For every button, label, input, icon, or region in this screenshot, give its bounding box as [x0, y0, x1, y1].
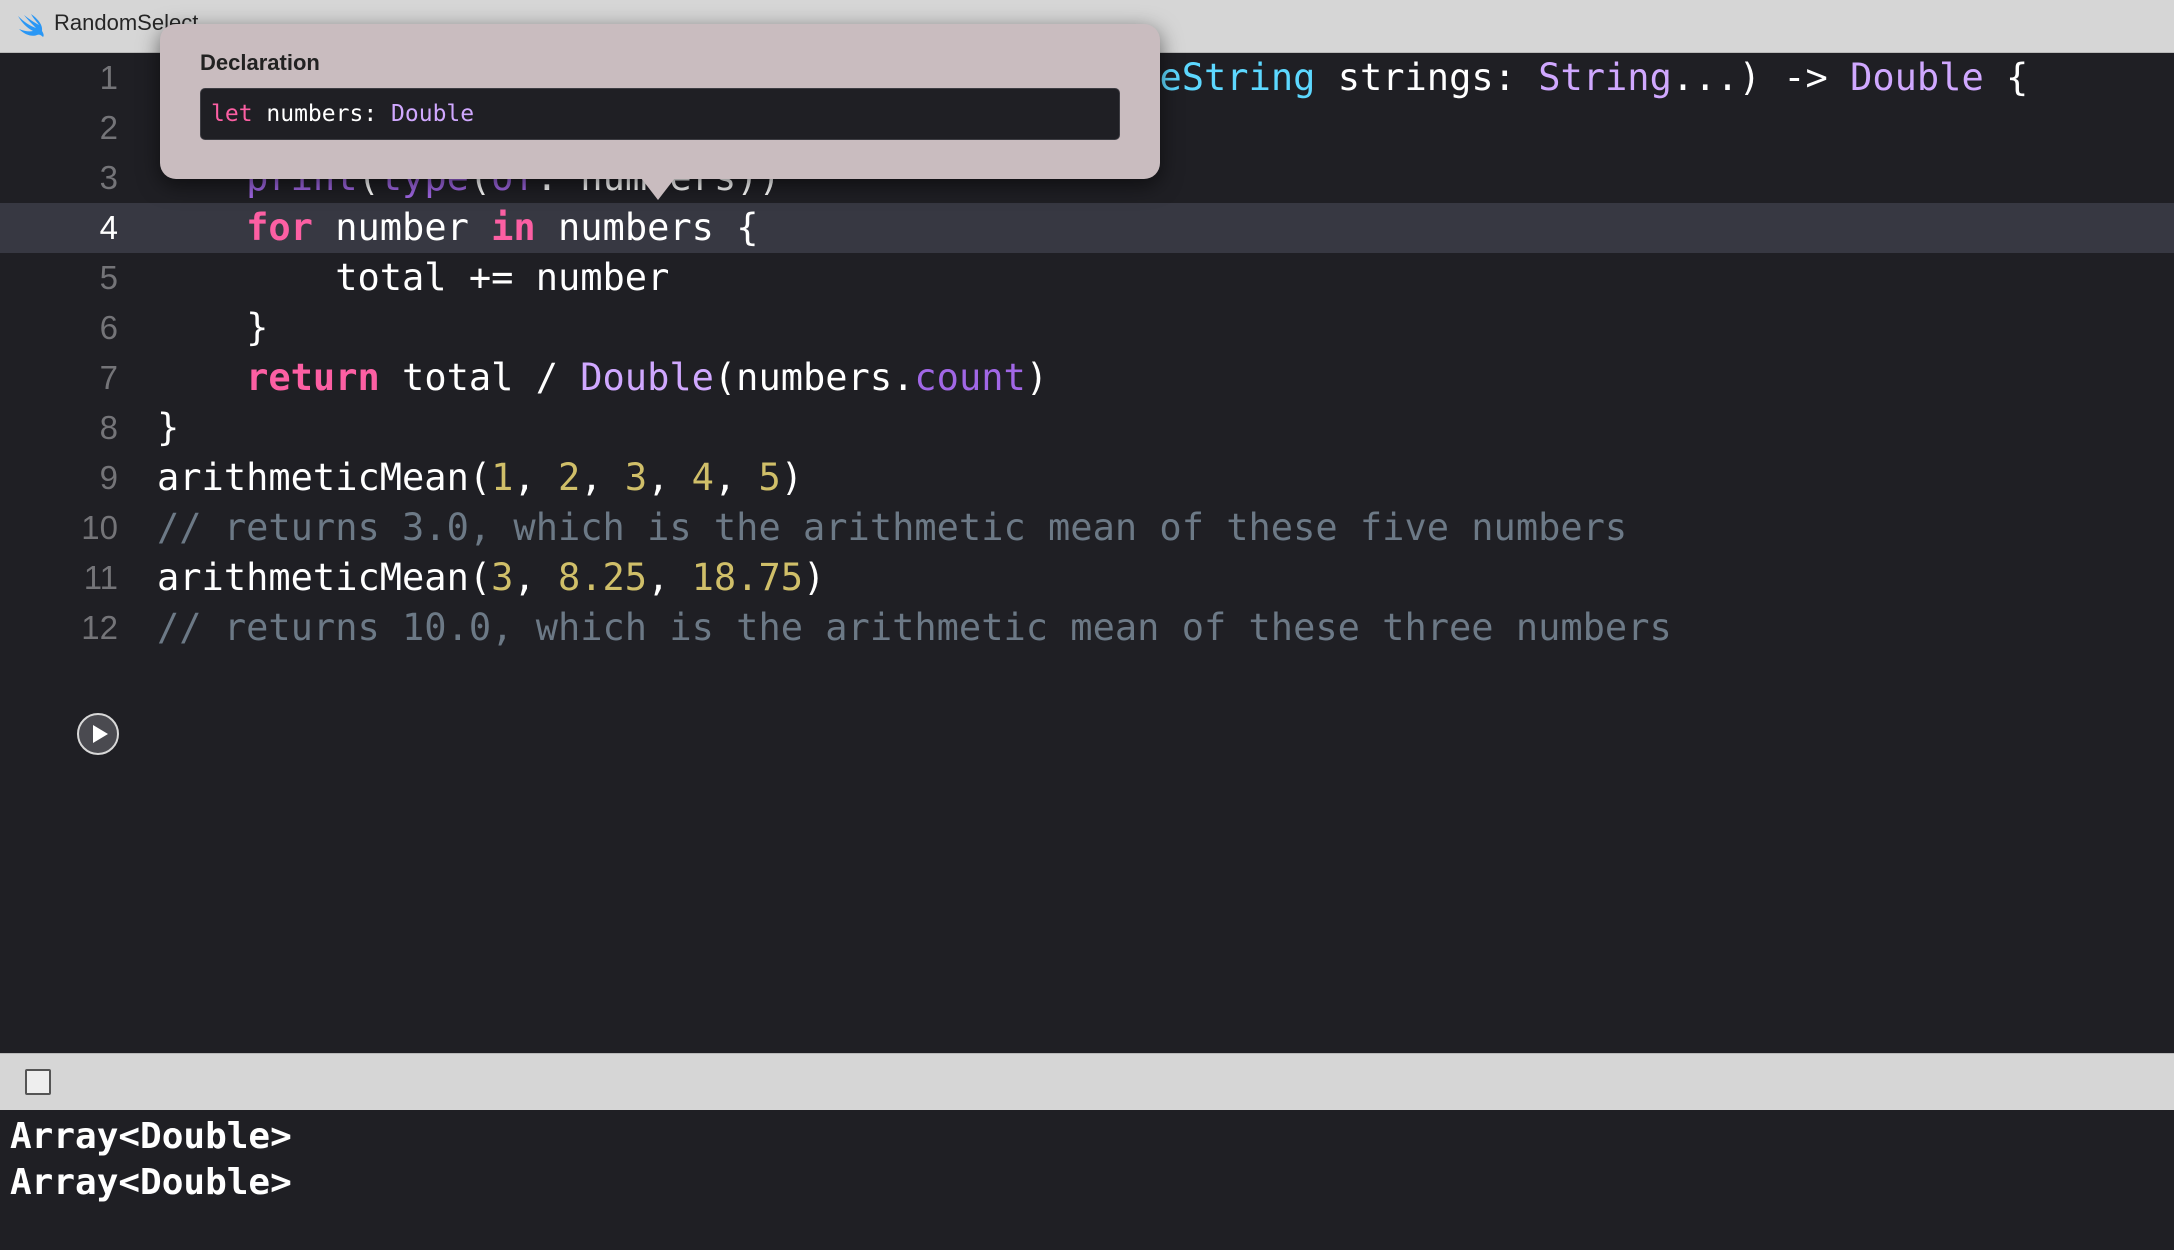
line-number: 7 — [99, 359, 118, 396]
code-token: , — [713, 456, 759, 499]
code-line[interactable]: 11 arithmeticMean(3, 8.25, 18.75) — [0, 553, 2174, 603]
code-token: ) — [803, 556, 826, 599]
code-token: ) — [1025, 356, 1049, 399]
code-token: total += number — [157, 256, 670, 299]
code-line[interactable]: 9 arithmeticMean(1, 2, 3, 4, 5) — [0, 453, 2174, 503]
code-token: strings: — [1315, 56, 1539, 99]
line-number: 4 — [99, 209, 118, 246]
code-text: } — [157, 303, 268, 353]
declaration-text: let numbers: Double — [211, 89, 474, 139]
code-token: 3 — [491, 556, 514, 599]
code-token: } — [157, 406, 180, 449]
code-line[interactable]: 8} — [0, 403, 2174, 453]
code-token: for — [246, 206, 313, 249]
code-token: 4 — [691, 456, 714, 499]
declaration-popover: Declaration let numbers: Double — [160, 24, 1160, 179]
line-number: 9 — [99, 459, 118, 496]
checkbox[interactable] — [25, 1069, 51, 1095]
debug-bar — [0, 1053, 2174, 1110]
code-token: } — [157, 306, 269, 349]
run-button[interactable] — [77, 713, 119, 755]
popover-arrow — [641, 178, 675, 200]
code-token: (numbers. — [713, 356, 915, 399]
code-editor[interactable]: 1func arithmeticMean(_ numbers: Double..… — [0, 53, 2174, 1053]
code-token: 1 — [491, 456, 514, 499]
code-text: arithmeticMean(1, 2, 3, 4, 5) — [157, 453, 803, 503]
code-token: ...) -> — [1671, 56, 1851, 99]
code-text: return total / Double(numbers.count) — [157, 353, 1048, 403]
code-line[interactable]: 7 return total / Double(numbers.count) — [0, 353, 2174, 403]
code-token: , — [513, 456, 558, 499]
code-token: arithmeticMean( — [157, 456, 492, 499]
code-token: 3 — [624, 456, 648, 499]
line-number: 11 — [83, 559, 118, 596]
console-line: Array<Double> — [10, 1116, 292, 1157]
line-number: 10 — [81, 509, 118, 546]
code-text: // returns 10.0, which is the arithmetic… — [157, 603, 1672, 653]
code-token: // returns 10.0, which is the arithmetic… — [157, 606, 1672, 649]
code-token: // returns 3.0, which is the arithmetic … — [157, 506, 1628, 549]
play-icon — [93, 725, 108, 743]
code-token: , — [580, 456, 625, 499]
code-line[interactable]: 6 } — [0, 303, 2174, 353]
code-token: , — [647, 456, 692, 499]
code-token: 2 — [557, 456, 581, 499]
code-line[interactable]: 10 // returns 3.0, which is the arithmeti… — [0, 503, 2174, 553]
console-output: Array<Double> Array<Double> — [0, 1110, 2174, 1250]
code-token: return — [246, 356, 380, 399]
line-number: 3 — [99, 159, 118, 196]
line-number: 5 — [99, 259, 118, 296]
code-token: count — [914, 356, 1026, 399]
code-text: // returns 3.0, which is the arithmetic … — [157, 503, 1627, 553]
code-token: total / — [379, 356, 581, 399]
code-text: arithmeticMean(3, 8.25, 18.75) — [157, 553, 825, 603]
code-token: in — [491, 206, 536, 249]
code-line[interactable]: 4 for number in numbers { — [0, 203, 2174, 253]
line-number: 6 — [99, 309, 118, 346]
popover-title: Declaration — [200, 50, 320, 75]
code-token: 5 — [758, 456, 781, 499]
declaration-type: Double — [391, 101, 475, 127]
code-token: 8.25 — [557, 556, 648, 599]
code-token: ) — [780, 456, 804, 499]
line-number: 1 — [99, 59, 118, 96]
line-number: 12 — [81, 609, 118, 646]
code-token: Double — [580, 356, 714, 399]
line-number: 8 — [99, 409, 118, 446]
code-text: total += number — [157, 253, 669, 303]
code-token: , — [647, 556, 692, 599]
code-text: for number in numbers { — [157, 203, 758, 253]
code-token: , — [513, 556, 558, 599]
code-token: 18.75 — [691, 556, 804, 599]
code-token: numbers { — [535, 206, 759, 249]
code-token: arithmeticMean( — [157, 556, 492, 599]
console-line: Array<Double> — [10, 1162, 292, 1203]
declaration-name: numbers: — [252, 101, 392, 127]
code-token: String — [1538, 56, 1672, 99]
code-token: number — [312, 206, 492, 249]
code-token: { — [1983, 56, 2029, 99]
code-token: Double — [1850, 56, 1984, 99]
swift-icon — [18, 14, 44, 37]
line-number: 2 — [99, 109, 118, 146]
code-line[interactable]: 5 total += number — [0, 253, 2174, 303]
declaration-keyword: let — [211, 101, 253, 127]
code-line[interactable]: 12 // returns 10.0, which is the arithmet… — [0, 603, 2174, 653]
declaration-box: let numbers: Double — [200, 88, 1120, 140]
code-text: } — [157, 403, 179, 453]
